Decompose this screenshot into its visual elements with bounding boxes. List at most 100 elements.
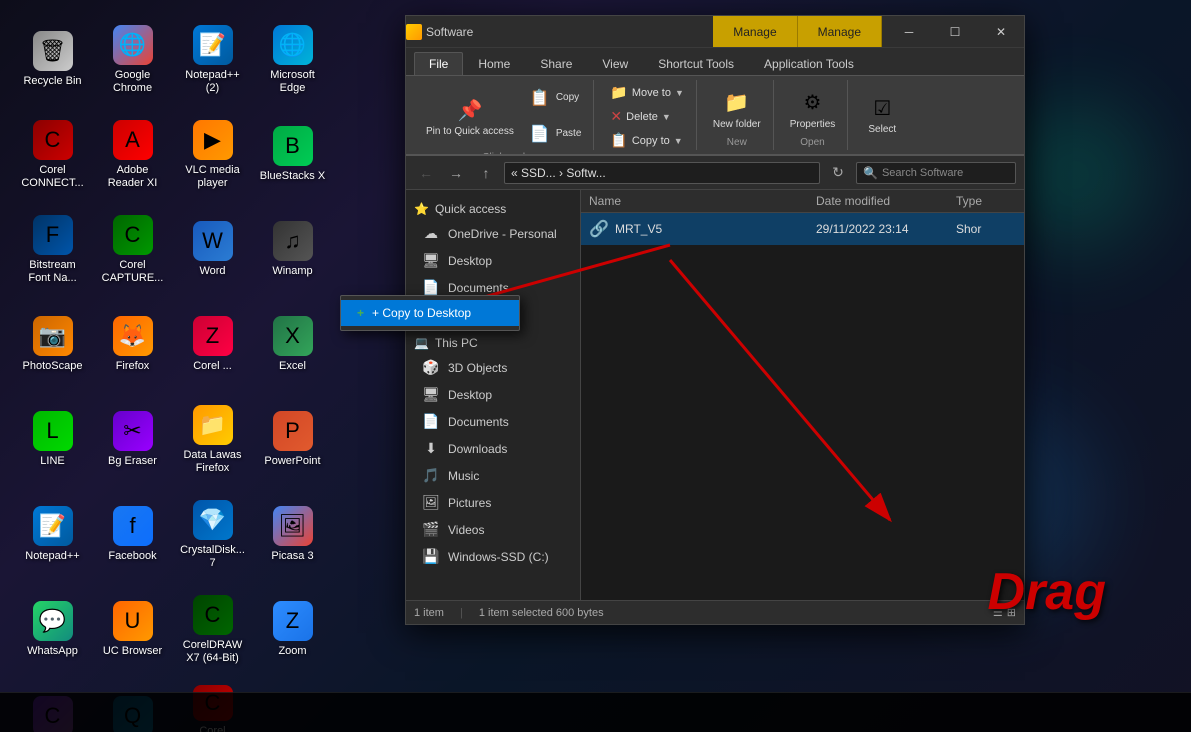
sidebar-item-3dobjects[interactable]: 🎲 3D Objects [406,354,580,381]
desktop-icon-winamp[interactable]: ♫Winamp [255,205,330,295]
desktop-icon-line[interactable]: LLINE [15,395,90,485]
quick-access-header[interactable]: ⭐ Quick access [406,194,580,220]
desktop-icon-corelcapture[interactable]: CCorel CAPTURE... [95,205,170,295]
status-separator: | [460,607,463,619]
file-row-mrt[interactable]: 🔗 MRT_V5 29/11/2022 23:14 Shor [581,213,1024,245]
desktop-icon-notepadpp[interactable]: 📝Notepad++ [15,490,90,580]
move-to-dropdown-icon: ▼ [675,88,684,98]
copy-to-desktop-item[interactable]: + + Copy to Desktop [341,300,519,326]
edge-icon-img: 🌐 [273,25,313,65]
desktop-icon-word[interactable]: WWord [175,205,250,295]
ribbon-toolbar: 📌 Pin to Quick access 📋 Copy 📄 Paste [406,76,1024,156]
ucbrowser-icon-img: U [113,601,153,641]
desktop-icon-grid: 🗑Recycle Bin 🌐 Google Chrome 📝Notepad++ (2)… [10,10,335,732]
desktop-icon-adobe[interactable]: AAdobe Reader XI [95,110,170,200]
quick-access-label: Quick access [435,202,506,216]
onedrive-label: OneDrive - Personal [448,227,557,241]
select-button[interactable]: ☑ Select [858,88,906,140]
close-button[interactable]: ✕ [978,16,1024,47]
manage-tab-1[interactable]: Manage [713,16,797,47]
sidebar-item-desktop[interactable]: 🖥 Desktop [406,247,580,274]
address-path[interactable]: « SSD... › Softw... [504,162,820,184]
up-button[interactable]: ↑ [474,161,498,185]
datalawas-icon-img: 📁 [193,405,233,445]
file-name: MRT_V5 [615,222,816,236]
chrome-icon-label: Google Chrome [99,69,167,95]
paste-button[interactable]: 📄 Paste [522,118,588,150]
desktop-icon-bgeraser[interactable]: ✂Bg Eraser [95,395,170,485]
desktop-icon-photoscape[interactable]: 📷PhotoScape [15,300,90,390]
desktop-icon-corel3[interactable]: ZCorel ... [175,300,250,390]
new-label: New [707,135,767,148]
sidebar-item-desktop2[interactable]: 🖥 Desktop [406,381,580,408]
new-folder-button[interactable]: 📁 New folder [707,83,767,135]
move-to-button[interactable]: 📁 Move to ▼ [604,82,690,103]
ribbon-tab-view[interactable]: View [587,52,643,75]
desktop-icon-corel[interactable]: CCorel CONNECT... [15,110,90,200]
desktop-icon-facebook[interactable]: fFacebook [95,490,170,580]
windows-ssd-label: Windows-SSD (C:) [448,550,549,564]
desktop-icon-bluestacks[interactable]: BBlueStacks X [255,110,330,200]
desktop-icon-picasa[interactable]: 🖼Picasa 3 [255,490,330,580]
desktop-icon-datalawas[interactable]: 📁Data Lawas Firefox [175,395,250,485]
this-pc-header[interactable]: 💻 This PC [406,328,580,354]
facebook-icon-label: Facebook [108,550,156,563]
sidebar-item-onedrive[interactable]: ☁ OneDrive - Personal [406,220,580,247]
sidebar-item-music[interactable]: 🎵 Music [406,462,580,489]
desktop-icon-crystal[interactable]: 💎CrystalDisk... 7 [175,490,250,580]
ribbon-tab-share[interactable]: Share [525,52,587,75]
pin-to-quick-access-button[interactable]: 📌 Pin to Quick access [420,90,520,142]
file-type: Shor [956,222,1016,236]
desktop-icon-recycle[interactable]: 🗑Recycle Bin [15,15,90,105]
desktop-icon-ppt[interactable]: PPowerPoint [255,395,330,485]
desktop-icon-chrome[interactable]: 🌐 Google Chrome [95,15,170,105]
desktop-icon-whatsapp[interactable]: 💬WhatsApp [15,585,90,675]
drive-icon: 💾 [422,548,440,565]
desktop2-icon: 🖥 [422,386,440,403]
refresh-button[interactable]: ↻ [826,161,850,185]
back-button[interactable]: ← [414,161,438,185]
clipboard-top: 📌 Pin to Quick access 📋 Copy 📄 Paste [420,82,587,150]
search-box[interactable]: 🔍 Search Software [856,162,1016,184]
notepad2-icon-img: 📝 [193,25,233,65]
main-content: ⭐ Quick access ☁ OneDrive - Personal 🖥 D… [406,190,1024,600]
maximize-button[interactable]: ☐ [932,16,978,47]
desktop-icon-zoom[interactable]: ZZoom [255,585,330,675]
desktop-icon-firefox[interactable]: 🦊Firefox [95,300,170,390]
desktop-icon-ucbrowser[interactable]: UUC Browser [95,585,170,675]
forward-button[interactable]: → [444,161,468,185]
folder-icon [406,24,422,40]
copy-to-button[interactable]: 📋 Copy to ▼ [604,130,690,151]
properties-button[interactable]: ⚙ Properties [784,83,842,135]
crystal-icon-label: CrystalDisk... 7 [179,544,247,570]
chrome-icon-img: 🌐 [113,25,153,65]
ribbon-tab-file[interactable]: File [414,52,463,75]
sidebar-item-documents2[interactable]: 📄 Documents [406,408,580,435]
music-icon: 🎵 [422,467,440,484]
ribbon-tab-home[interactable]: Home [463,52,525,75]
delete-button[interactable]: ✕ Delete ▼ [604,106,690,127]
delete-label: Delete [626,111,658,123]
ribbon-tab-shortcut-tools[interactable]: Shortcut Tools [643,52,749,75]
desktop-icon-bitstream[interactable]: FBitstream Font Na... [15,205,90,295]
copy-button[interactable]: 📋 Copy [522,82,588,114]
desktop-icon-edge[interactable]: 🌐Microsoft Edge [255,15,330,105]
sidebar-item-videos[interactable]: 🎬 Videos [406,516,580,543]
ribbon-tab-application-tools[interactable]: Application Tools [749,52,869,75]
minimize-button[interactable]: ─ [886,16,932,47]
downloads-icon: ⬇ [422,440,440,457]
desktop-icon-notepad2[interactable]: 📝Notepad++ (2) [175,15,250,105]
sidebar-item-windows-ssd[interactable]: 💾 Windows-SSD (C:) [406,543,580,570]
sidebar-item-downloads[interactable]: ⬇ Downloads [406,435,580,462]
documents2-label: Documents [448,415,509,429]
desktop-icon-vlc[interactable]: ▶VLC media player [175,110,250,200]
desktop-icon-coreldraw[interactable]: CCorelDRAW X7 (64-Bit) [175,585,250,675]
select-group-label [858,146,906,148]
sidebar-item-pictures2[interactable]: 🖼 Pictures [406,489,580,516]
desktop-icon-excel[interactable]: XExcel [255,300,330,390]
plus-icon: + [357,306,364,320]
properties-icon: ⚙ [796,87,828,119]
manage-tab-2[interactable]: Manage [798,16,882,47]
word-icon-label: Word [199,265,225,278]
adobe-icon-img: A [113,120,153,160]
